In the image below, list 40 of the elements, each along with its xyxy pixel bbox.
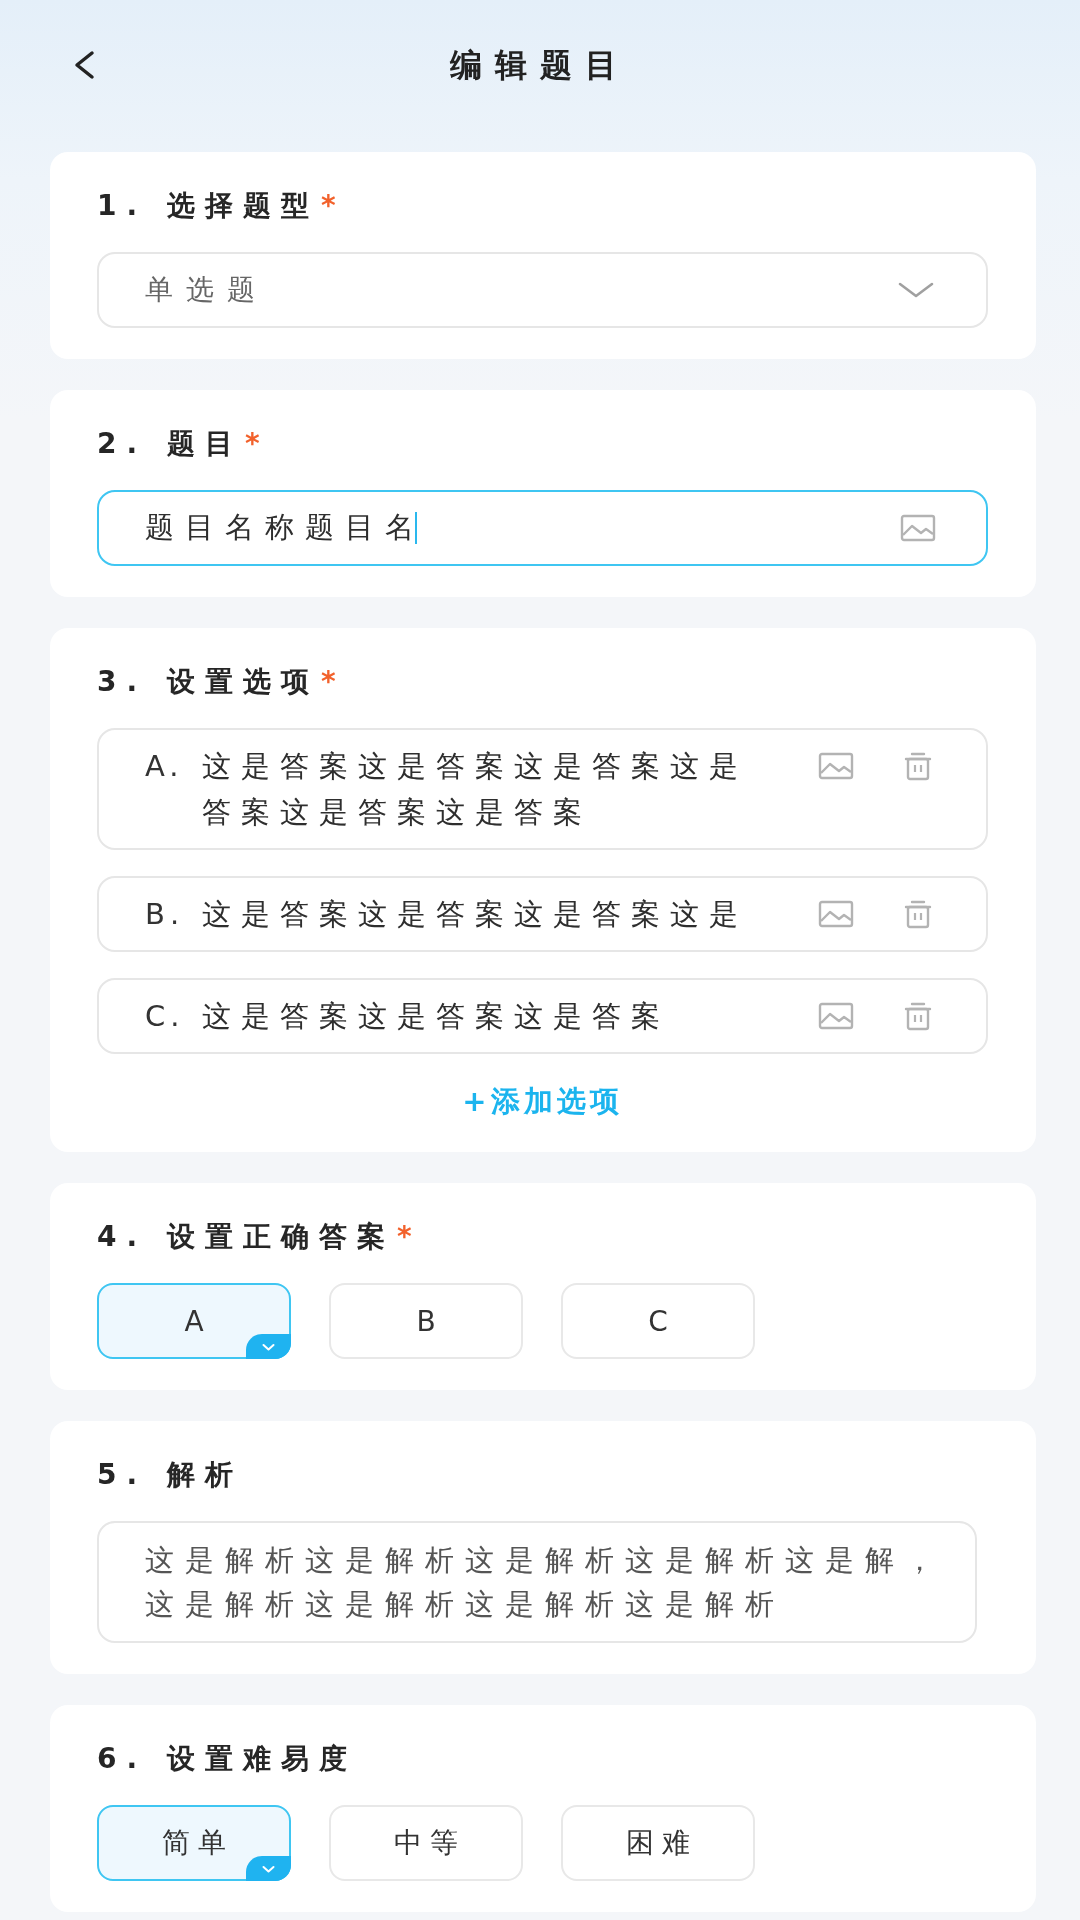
required-asterisk: * — [244, 426, 260, 462]
difficulty-button[interactable]: 简单 — [97, 1805, 291, 1881]
image-icon[interactable] — [818, 752, 854, 780]
question-type-dropdown[interactable]: 单选题 — [97, 252, 988, 328]
analysis-textarea[interactable]: 这是解析这是解析这是解析这是解析这是解，这是解析这是解析这是解析这是解析 — [97, 1521, 977, 1643]
section-title: 4. 设置正确答案 — [97, 1219, 395, 1255]
option-letter: C. — [145, 998, 186, 1035]
text-cursor-icon — [415, 512, 417, 544]
option-text: 这是答案这是答案这是答案 — [202, 998, 671, 1035]
option-field[interactable]: A. 这是答案这是答案这是答案这是答案这是答案这是答案 — [97, 728, 988, 850]
required-asterisk: * — [396, 1219, 412, 1255]
option-letter: B. — [145, 896, 186, 933]
option-field[interactable]: B. 这是答案这是答案这是答案这是 — [97, 876, 988, 952]
image-icon[interactable] — [818, 900, 854, 928]
page-title: 编辑题目 — [450, 45, 630, 85]
option-letter: A. — [145, 748, 185, 785]
question-input[interactable]: 题目名称题目名 — [97, 490, 988, 566]
difficulty-button[interactable]: 困难 — [561, 1805, 755, 1881]
option-text: 这是答案这是答案这是答案这是答案这是答案这是答案 — [202, 748, 749, 831]
option-field[interactable]: C. 这是答案这是答案这是答案 — [97, 978, 988, 1054]
option-text: 这是答案这是答案这是答案这是 — [202, 896, 749, 933]
trash-icon[interactable] — [903, 899, 933, 929]
answer-option-button[interactable]: C — [561, 1283, 755, 1359]
image-icon[interactable] — [818, 1002, 854, 1030]
section-title: 1. 选择题型 — [97, 188, 319, 224]
trash-icon[interactable] — [903, 1001, 933, 1031]
answer-option-button[interactable]: A — [97, 1283, 291, 1359]
image-icon[interactable] — [900, 514, 936, 542]
section-title: 5. 解析 — [97, 1457, 243, 1493]
trash-icon[interactable] — [903, 751, 933, 781]
required-asterisk: * — [320, 188, 336, 224]
section-title: 6. 设置难易度 — [97, 1741, 357, 1777]
check-icon — [246, 1856, 291, 1881]
chevron-down-icon — [898, 282, 934, 298]
answer-option-button[interactable]: B — [329, 1283, 523, 1359]
section-title: 3. 设置选项 — [97, 664, 319, 700]
check-icon — [246, 1334, 291, 1359]
section-title: 2. 题目 — [97, 426, 243, 462]
required-asterisk: * — [320, 664, 336, 700]
difficulty-button[interactable]: 中等 — [329, 1805, 523, 1881]
